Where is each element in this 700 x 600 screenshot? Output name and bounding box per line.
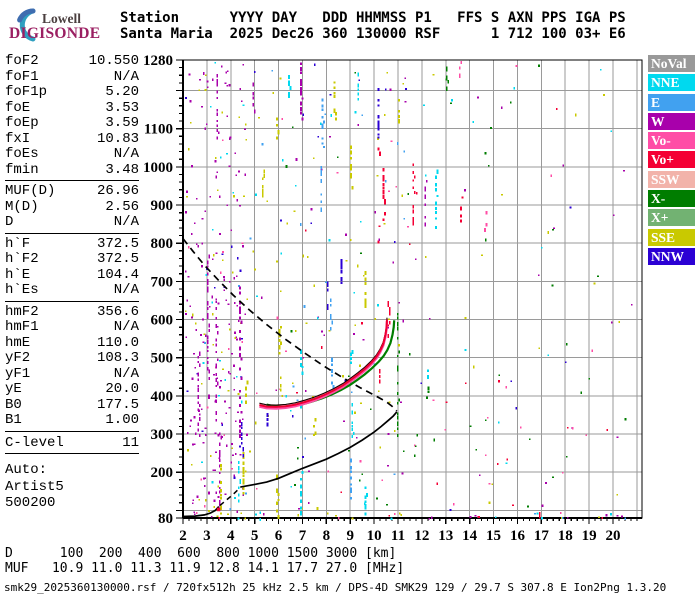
- svg-text:12: 12: [414, 528, 429, 544]
- svg-text:6: 6: [275, 528, 283, 544]
- svg-text:500: 500: [151, 351, 174, 367]
- svg-text:7: 7: [299, 528, 307, 544]
- legend-item-noval: NoVal: [648, 55, 695, 72]
- svg-text:8: 8: [323, 528, 331, 544]
- svg-text:600: 600: [151, 313, 174, 329]
- svg-text:18: 18: [558, 528, 573, 544]
- legend-item-e: E: [648, 93, 695, 111]
- legend-item-nnw: NNW: [648, 247, 695, 265]
- legend-item-vo: Vo-: [648, 132, 695, 150]
- ionogram-app: Lowell DIGISONDE Station YYYY DAY DDD HH…: [0, 0, 700, 600]
- legend-item-vo: Vo+: [648, 151, 695, 169]
- svg-text:1280: 1280: [143, 53, 173, 69]
- svg-text:16: 16: [510, 528, 526, 544]
- svg-text:9: 9: [346, 528, 354, 544]
- svg-text:13: 13: [438, 528, 453, 544]
- svg-text:300: 300: [151, 427, 174, 443]
- echo-direction-legend: NoVal NNE E W Vo- Vo+ SSW X- X+ SSE NNW: [648, 55, 695, 267]
- svg-text:11: 11: [391, 528, 405, 544]
- svg-text:19: 19: [582, 528, 597, 544]
- svg-text:400: 400: [151, 389, 174, 405]
- legend-item-sse: SSE: [648, 228, 695, 246]
- svg-text:200: 200: [151, 465, 174, 481]
- legend-item-nne: NNE: [648, 74, 695, 92]
- distance-row: D 100 200 400 600 800 1000 1500 3000 [km…: [5, 546, 397, 561]
- svg-text:5: 5: [251, 528, 259, 544]
- svg-text:15: 15: [486, 528, 501, 544]
- legend-item-x: X-: [648, 190, 695, 208]
- svg-text:20: 20: [606, 528, 621, 544]
- muf-row: MUF 10.9 11.0 11.3 11.9 12.8 14.1 17.7 2…: [5, 561, 405, 576]
- svg-text:2: 2: [179, 528, 187, 544]
- svg-text:17: 17: [534, 528, 550, 544]
- svg-text:4: 4: [227, 528, 235, 544]
- svg-text:80: 80: [158, 511, 173, 527]
- status-bar: smk29_2025360130000.rsf / 720fx512h 25 k…: [4, 581, 667, 594]
- svg-text:1000: 1000: [143, 160, 173, 176]
- legend-item-x: X+: [648, 209, 695, 227]
- legend-item-w: W: [648, 112, 695, 130]
- svg-text:800: 800: [151, 236, 174, 252]
- legend-item-ssw: SSW: [648, 170, 695, 188]
- svg-text:14: 14: [462, 528, 478, 544]
- svg-text:1100: 1100: [144, 122, 173, 138]
- svg-text:900: 900: [151, 198, 174, 214]
- svg-text:10: 10: [367, 528, 382, 544]
- svg-text:700: 700: [151, 274, 174, 290]
- svg-text:3: 3: [203, 528, 211, 544]
- ionogram-plot: 1280 1100 1000 900 800 700 600 500 400 300 200 80 2 3…: [143, 53, 643, 544]
